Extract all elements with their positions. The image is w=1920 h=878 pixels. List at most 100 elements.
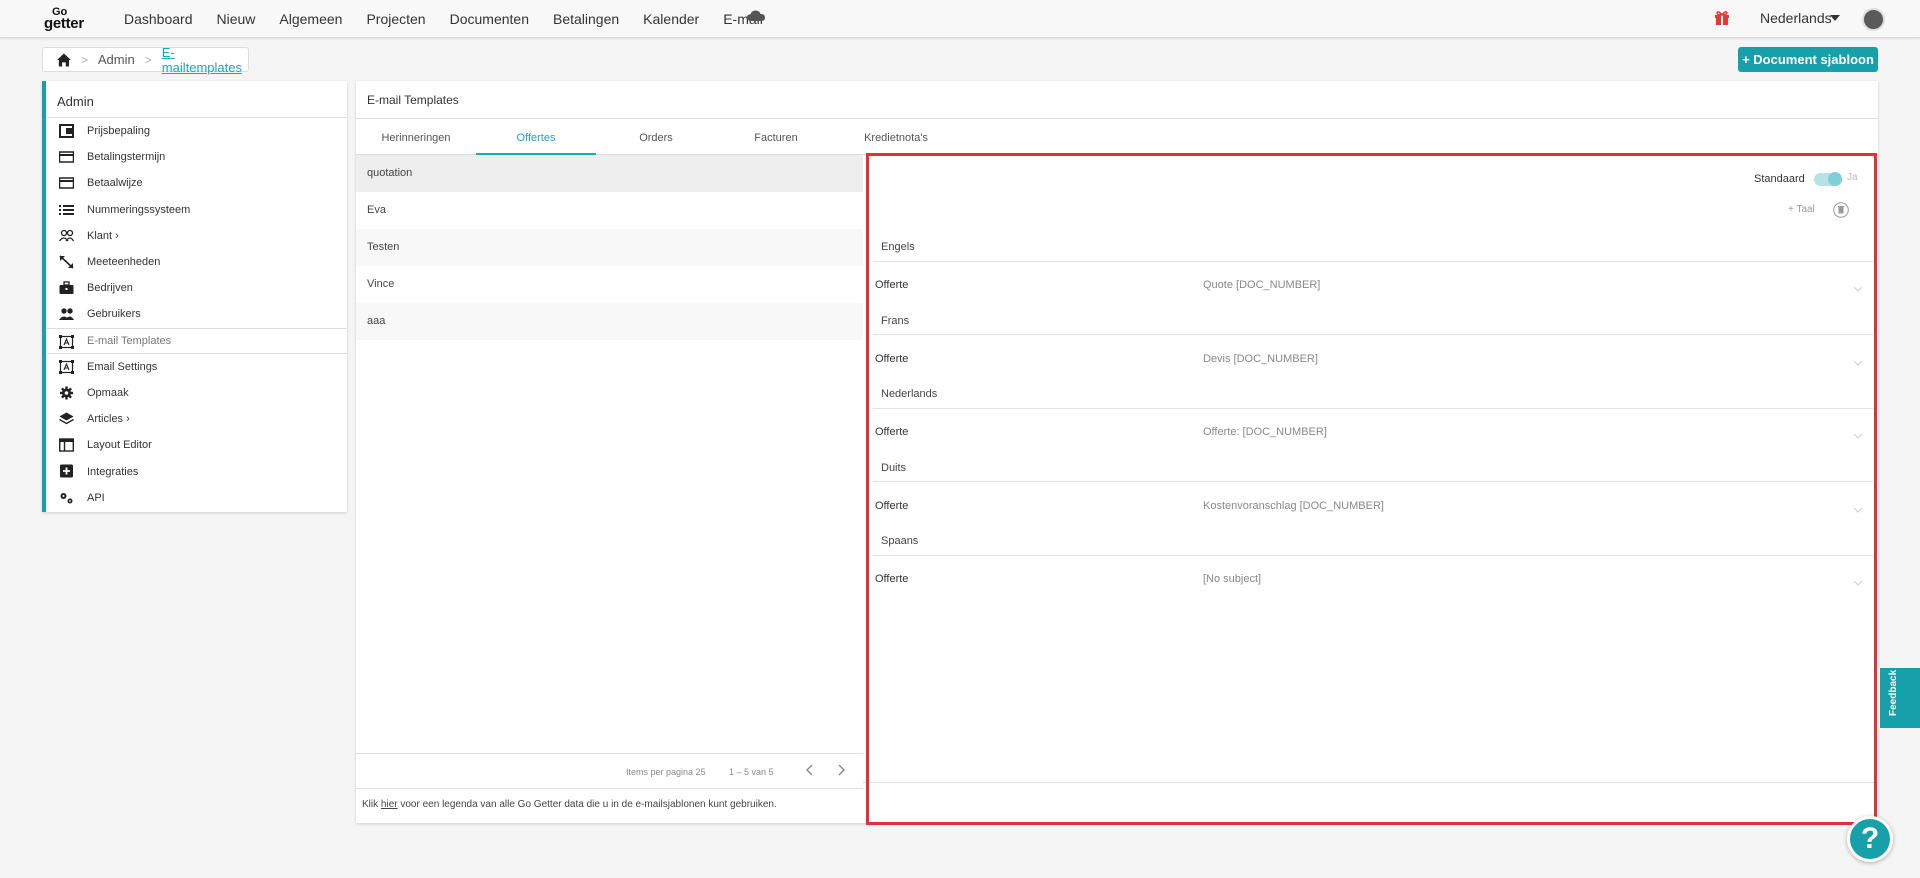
sidebar-item-meeteenheden[interactable]: Meeteenheden (46, 249, 347, 275)
sidebar-item-label: Prijsbepaling (87, 125, 150, 138)
subject-value[interactable]: Quote [DOC_NUMBER] (1203, 279, 1320, 291)
sidebar-item-label: Email Settings (87, 360, 158, 373)
people-icon (59, 229, 74, 242)
tab-kredietnotas[interactable]: Kredietnota's (836, 119, 956, 155)
sidebar-item-api[interactable]: API (46, 485, 347, 511)
credit-card-icon (59, 177, 74, 190)
subject-value[interactable]: [No subject] (1203, 573, 1261, 585)
standard-value: Ja (1847, 172, 1858, 183)
credit-card-icon (59, 151, 74, 163)
sidebar-item-label: Gebruikers (87, 308, 141, 321)
add-document-template-button[interactable]: + Document sjabloon (1738, 47, 1878, 72)
tab-offertes[interactable]: Offertes (476, 119, 596, 155)
gogetter-logo[interactable]: Go getter (42, 6, 100, 32)
subject-row-label[interactable]: Offerte (875, 426, 908, 438)
price-tag-icon (59, 124, 74, 138)
breadcrumb-separator: > (144, 52, 152, 67)
chevron-down-icon[interactable] (1853, 433, 1863, 439)
breadcrumb-admin[interactable]: Admin (98, 52, 135, 67)
layout-icon (59, 438, 74, 452)
subject-row-label[interactable]: Offerte (875, 279, 908, 291)
list-item[interactable]: Vince (356, 266, 863, 303)
sidebar-item-prijsbepaling[interactable]: Prijsbepaling (46, 118, 347, 144)
standard-toggle[interactable] (1814, 172, 1842, 186)
sidebar-item-opmaak[interactable]: Opmaak (46, 380, 347, 406)
legend-note-after: voor een legenda van alle Go Getter data… (397, 799, 777, 810)
sidebar-item-layout-editor[interactable]: Layout Editor (46, 432, 347, 458)
sidebar-item-label: Integraties (87, 465, 139, 478)
items-per-page[interactable]: Items per pagina 25 (626, 767, 706, 777)
nav-documenten[interactable]: Documenten (450, 11, 529, 27)
sidebar-item-label: Betaalwijze (87, 177, 143, 190)
sidebar-item-label: Klant › (87, 229, 119, 242)
language-name: Duits (881, 462, 907, 474)
sidebar-item-label: Opmaak (87, 386, 129, 399)
legend-link[interactable]: hier (381, 799, 398, 810)
page-title: E-mail Templates (356, 81, 1878, 119)
sidebar-item-betaalwijze[interactable]: Betaalwijze (46, 170, 347, 196)
help-button[interactable]: ? (1847, 816, 1893, 862)
nav-betalingen[interactable]: Betalingen (553, 11, 619, 27)
chevron-left-icon[interactable] (805, 764, 815, 776)
chevron-down-icon[interactable] (1853, 507, 1863, 513)
plus-box-icon (60, 464, 73, 478)
sidebar-item-gebruikers[interactable]: Gebruikers (46, 301, 347, 327)
list-item[interactable]: Eva (356, 192, 863, 229)
sidebar-item-label: E-mail Templates (87, 334, 172, 347)
list-item[interactable]: Testen (356, 229, 863, 266)
tab-bar: Herinneringen Offertes Orders Facturen K… (356, 119, 1878, 155)
language-name: Frans (881, 315, 910, 327)
breadcrumb: > Admin > E-mailtemplates (42, 45, 249, 75)
language-selector[interactable]: Nederlands (1760, 10, 1832, 26)
chevron-down-icon[interactable] (1853, 580, 1863, 586)
subject-row-label[interactable]: Offerte (875, 573, 908, 585)
subject-row-label[interactable]: Offerte (875, 500, 908, 512)
tab-facturen[interactable]: Facturen (716, 119, 836, 155)
list-item[interactable]: aaa (356, 303, 863, 340)
nav-kalender[interactable]: Kalender (643, 11, 699, 27)
divider (873, 481, 1873, 482)
trash-icon[interactable] (1833, 202, 1849, 218)
template-icon (59, 359, 74, 374)
sidebar-item-label: Bedrijven (87, 282, 133, 295)
subject-value[interactable]: Offerte: [DOC_NUMBER] (1203, 426, 1327, 438)
list-item[interactable]: quotation (356, 155, 863, 192)
cloud-icon[interactable] (747, 10, 765, 22)
template-icon (59, 334, 74, 349)
language-name: Spaans (881, 535, 919, 547)
chevron-right-icon[interactable] (836, 764, 846, 776)
feedback-label: Feedback (1888, 669, 1899, 716)
nav-nieuw[interactable]: Nieuw (217, 11, 256, 27)
sidebar-item-articles[interactable]: Articles › (46, 406, 347, 432)
sidebar-item-nummeringssysteem[interactable]: Nummeringssysteem (46, 197, 347, 223)
chevron-down-icon[interactable] (1853, 286, 1863, 292)
divider (873, 555, 1873, 556)
subject-value[interactable]: Devis [DOC_NUMBER] (1203, 353, 1318, 365)
subject-value[interactable]: Kostenvoranschlag [DOC_NUMBER] (1203, 500, 1384, 512)
gears-icon (60, 492, 73, 504)
chevron-down-icon[interactable] (1853, 360, 1863, 366)
nav-projecten[interactable]: Projecten (366, 11, 425, 27)
home-icon[interactable] (57, 53, 71, 67)
tab-herinneringen[interactable]: Herinneringen (356, 119, 476, 155)
breadcrumb-current[interactable]: E-mailtemplates (162, 45, 248, 75)
sidebar-item-klant[interactable]: Klant › (46, 223, 347, 249)
subject-row-label[interactable]: Offerte (875, 353, 908, 365)
gift-icon[interactable] (1714, 10, 1730, 26)
sidebar-item-label: Betalingstermijn (87, 151, 166, 164)
sidebar-item-bedrijven[interactable]: Bedrijven (46, 275, 347, 301)
sidebar-item-email-templates[interactable]: E-mail Templates (46, 327, 347, 354)
user-avatar[interactable] (1862, 8, 1885, 31)
sidebar-item-betalingstermijn[interactable]: Betalingstermijn (46, 144, 347, 170)
nav-dashboard[interactable]: Dashboard (124, 11, 193, 27)
language-name: Engels (881, 241, 915, 253)
feedback-tab[interactable]: Feedback (1880, 668, 1920, 728)
nav-algemeen[interactable]: Algemeen (279, 11, 342, 27)
sidebar-item-email-settings[interactable]: Email Settings (46, 354, 347, 380)
add-language-button[interactable]: + Taal (1788, 204, 1815, 215)
tab-orders[interactable]: Orders (596, 119, 716, 155)
list-icon (59, 204, 74, 215)
toggle-knob (1828, 172, 1842, 186)
sidebar-item-integraties[interactable]: Integraties (46, 458, 347, 484)
caret-down-icon[interactable] (1830, 15, 1840, 21)
